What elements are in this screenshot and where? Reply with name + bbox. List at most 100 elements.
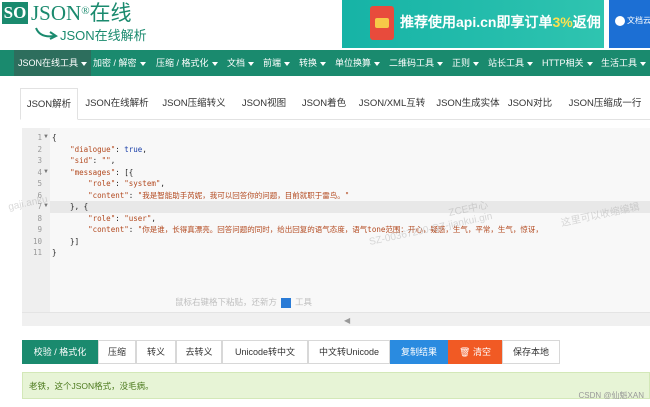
nav-item-encrypt[interactable]: 加密 / 解密	[89, 50, 150, 76]
clear-button[interactable]: 🗑 清空	[448, 340, 502, 364]
promo-text: 推荐使用api.cn即享订单3%返佣	[400, 14, 601, 30]
code-token: }, {	[52, 202, 89, 211]
site-header: SO JSON®在线 JSON在线解析 推荐使用api.cn即享订单3%返佣 文…	[0, 0, 650, 50]
code-line[interactable]: "dialogue": true,	[52, 144, 147, 156]
tab-json-parse[interactable]: JSON解析	[20, 88, 78, 120]
nav-item-regex[interactable]: 正则	[448, 50, 483, 76]
fold-arrow-icon[interactable]: ▼	[43, 167, 49, 179]
code-token: "dialogue"	[70, 144, 116, 154]
tab-json-entity[interactable]: JSON生成实体	[434, 88, 502, 120]
nav-item-http[interactable]: HTTP相关	[538, 50, 597, 76]
editor-gutter: 1 ▼ 2 3 4 ▼ 5 6 7 ▼ 8 9 10 11	[22, 128, 50, 312]
json-editor[interactable]: 1 ▼ 2 3 4 ▼ 5 6 7 ▼ 8 9 10 11 { "dialogu…	[22, 128, 650, 312]
chevron-down-icon	[437, 61, 444, 66]
code-line[interactable]: }]	[52, 236, 79, 248]
code-line[interactable]: "role": "system",	[52, 178, 165, 190]
code-token: {	[52, 133, 57, 142]
code-token: "你是谁，长得真漂亮。回答问题的同时，给出回复的语气态度，语气tone范围：开心…	[137, 225, 543, 234]
code-token: }]	[52, 236, 80, 246]
nav-item-units[interactable]: 单位换算	[331, 50, 384, 76]
tab-json-color[interactable]: JSON着色	[296, 88, 352, 120]
side-banner-text: 文档云	[627, 16, 650, 25]
line-number: 4	[37, 167, 42, 177]
code-token: :	[128, 225, 138, 234]
chevron-down-icon	[640, 61, 647, 66]
line-number: 3	[37, 156, 42, 165]
chevron-down-icon	[248, 61, 255, 66]
line-number: 11	[32, 248, 42, 257]
nav-item-docs[interactable]: 文档	[223, 50, 258, 76]
code-token: :	[115, 179, 125, 188]
validation-status: 老铁，这个JSON格式，没毛病。	[22, 372, 650, 399]
code-token: "role"	[88, 179, 116, 188]
tab-json-xml[interactable]: JSON/XML互转	[356, 88, 428, 120]
hint-badge-icon	[281, 297, 292, 308]
code-token: true	[124, 144, 143, 154]
code-line[interactable]: "role": "user",	[52, 213, 156, 225]
fold-arrow-icon[interactable]: ▼	[43, 132, 49, 144]
nav-item-frontend[interactable]: 前端	[259, 50, 294, 76]
tab-json-compress[interactable]: JSON压缩转义	[158, 88, 230, 120]
cn-to-unicode-button[interactable]: 中文转Unicode	[308, 340, 390, 364]
unicode-to-cn-button[interactable]: Unicode转中文	[222, 340, 308, 364]
line-number: 5	[37, 179, 42, 188]
logo-wordmark: JSON®在线	[31, 1, 132, 25]
chevron-down-icon	[81, 61, 88, 66]
code-token: : [{	[115, 167, 134, 177]
unescape-button[interactable]: 去转义	[176, 340, 222, 364]
code-token: "role"	[88, 213, 116, 223]
tab-json-diff[interactable]: JSON对比	[506, 88, 554, 120]
tab-json-view[interactable]: JSON视图	[236, 88, 292, 120]
line-number: 2	[37, 144, 42, 154]
footer-watermark: CSDN @仙魁XAN	[578, 391, 644, 400]
code-line[interactable]: "sid": "",	[52, 155, 115, 167]
compress-button[interactable]: 压缩	[98, 340, 136, 364]
logo-arrow-icon	[35, 27, 58, 40]
tab-json-oneline[interactable]: JSON压缩成一行	[560, 88, 650, 120]
nav-item-life[interactable]: 生活工具	[597, 50, 650, 76]
code-line[interactable]: {	[52, 132, 57, 144]
code-token: "content"	[88, 190, 129, 200]
code-line[interactable]: "messages": [{	[52, 167, 133, 179]
nav-item-compress[interactable]: 压缩 / 格式化	[152, 50, 222, 76]
chevron-down-icon	[374, 61, 381, 66]
code-token: "user"	[124, 213, 152, 223]
nav-item-json-tools[interactable]: JSON在线工具	[14, 50, 92, 76]
editor-hint: 鼠标右键格下粘贴，还新方 工具	[175, 297, 313, 308]
chevron-down-icon	[527, 61, 534, 66]
nav-item-qrcode[interactable]: 二维码工具	[385, 50, 447, 76]
line-number: 1	[37, 133, 42, 142]
trash-icon: 🗑	[459, 347, 473, 357]
code-line[interactable]: "content": "我是智能助手芮妮，我可以回答你的问题，目前就职于雷鸟。"	[52, 190, 349, 202]
code-token: :	[115, 213, 125, 223]
code-token: "system"	[124, 179, 161, 188]
scroll-left-icon[interactable]: ◀	[344, 316, 350, 325]
logo-so-mark: SO	[2, 2, 28, 24]
side-banner[interactable]: 文档云	[609, 0, 650, 48]
nav-item-convert[interactable]: 转换	[295, 50, 330, 76]
line-number: 10	[32, 236, 42, 246]
tab-json-online[interactable]: JSON在线解析	[82, 88, 152, 120]
copy-result-button[interactable]: 复制结果	[390, 340, 448, 364]
site-logo[interactable]: SO JSON®在线 JSON在线解析	[0, 0, 170, 50]
code-line[interactable]: }	[52, 247, 57, 259]
tool-tabs: JSON解析 JSON在线解析 JSON压缩转义 JSON视图 JSON着色 J…	[20, 88, 650, 120]
save-local-button[interactable]: 保存本地	[502, 340, 560, 364]
status-message: 老铁，这个JSON格式，没毛病。	[29, 381, 154, 391]
chevron-down-icon	[586, 61, 593, 66]
code-token: "messages"	[70, 167, 116, 177]
code-line[interactable]: }, {	[52, 201, 88, 213]
escape-button[interactable]: 转义	[136, 340, 176, 364]
nav-item-webmaster[interactable]: 站长工具	[484, 50, 537, 76]
chevron-down-icon	[320, 61, 327, 66]
chevron-down-icon	[473, 61, 480, 66]
horizontal-scrollbar[interactable]: ◀	[22, 312, 650, 326]
validate-format-button[interactable]: 校验 / 格式化	[22, 340, 98, 364]
promo-banner[interactable]: 推荐使用api.cn即享订单3%返佣	[342, 0, 604, 48]
code-token: "我是智能助手芮妮，我可以回答你的问题，目前就职于雷鸟。"	[137, 190, 350, 200]
